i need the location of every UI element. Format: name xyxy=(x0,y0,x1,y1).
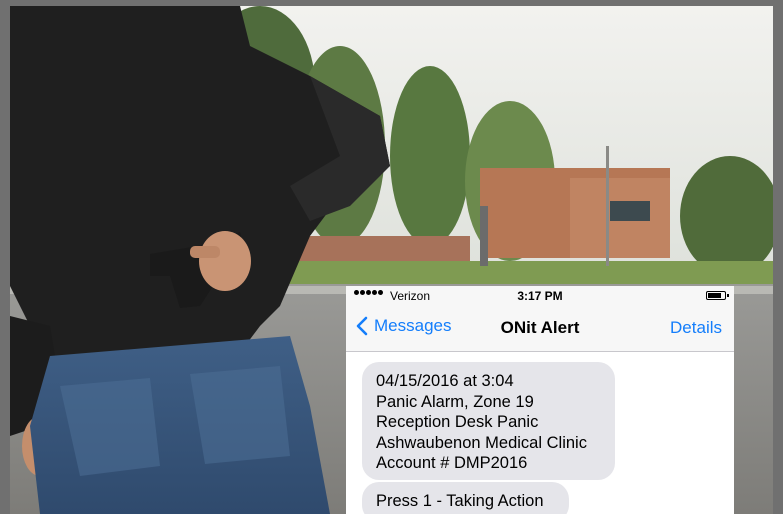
back-button-label: Messages xyxy=(374,316,452,335)
details-button[interactable]: Details xyxy=(670,318,722,338)
message-line: Account # DMP2016 xyxy=(376,454,528,472)
message-line: Ashwaubenon Medical Clinic xyxy=(376,433,587,452)
back-button[interactable]: Messages xyxy=(356,316,451,336)
message-line: Panic Alarm, Zone 19 xyxy=(376,392,534,411)
chevron-left-icon xyxy=(356,316,368,336)
message-thread[interactable]: 04/15/2016 at 3:04 Panic Alarm, Zone 19 … xyxy=(346,352,734,514)
message-line: 04/15/2016 at 3:04 xyxy=(376,372,514,390)
message-line: Reception Desk Panic xyxy=(376,413,539,431)
status-bar: Verizon 3:17 PM xyxy=(346,286,734,306)
battery-icon xyxy=(706,291,729,300)
phone-screen: Verizon 3:17 PM Messages ONit Alert Deta… xyxy=(346,286,734,514)
incoming-message-bubble[interactable]: Press 1 - Taking Action xyxy=(362,482,569,514)
incoming-message-bubble[interactable]: 04/15/2016 at 3:04 Panic Alarm, Zone 19 … xyxy=(362,362,615,480)
navigation-bar: Messages ONit Alert Details xyxy=(346,306,734,352)
status-time: 3:17 PM xyxy=(517,289,563,303)
message-line: Press 1 - Taking Action xyxy=(376,492,544,510)
